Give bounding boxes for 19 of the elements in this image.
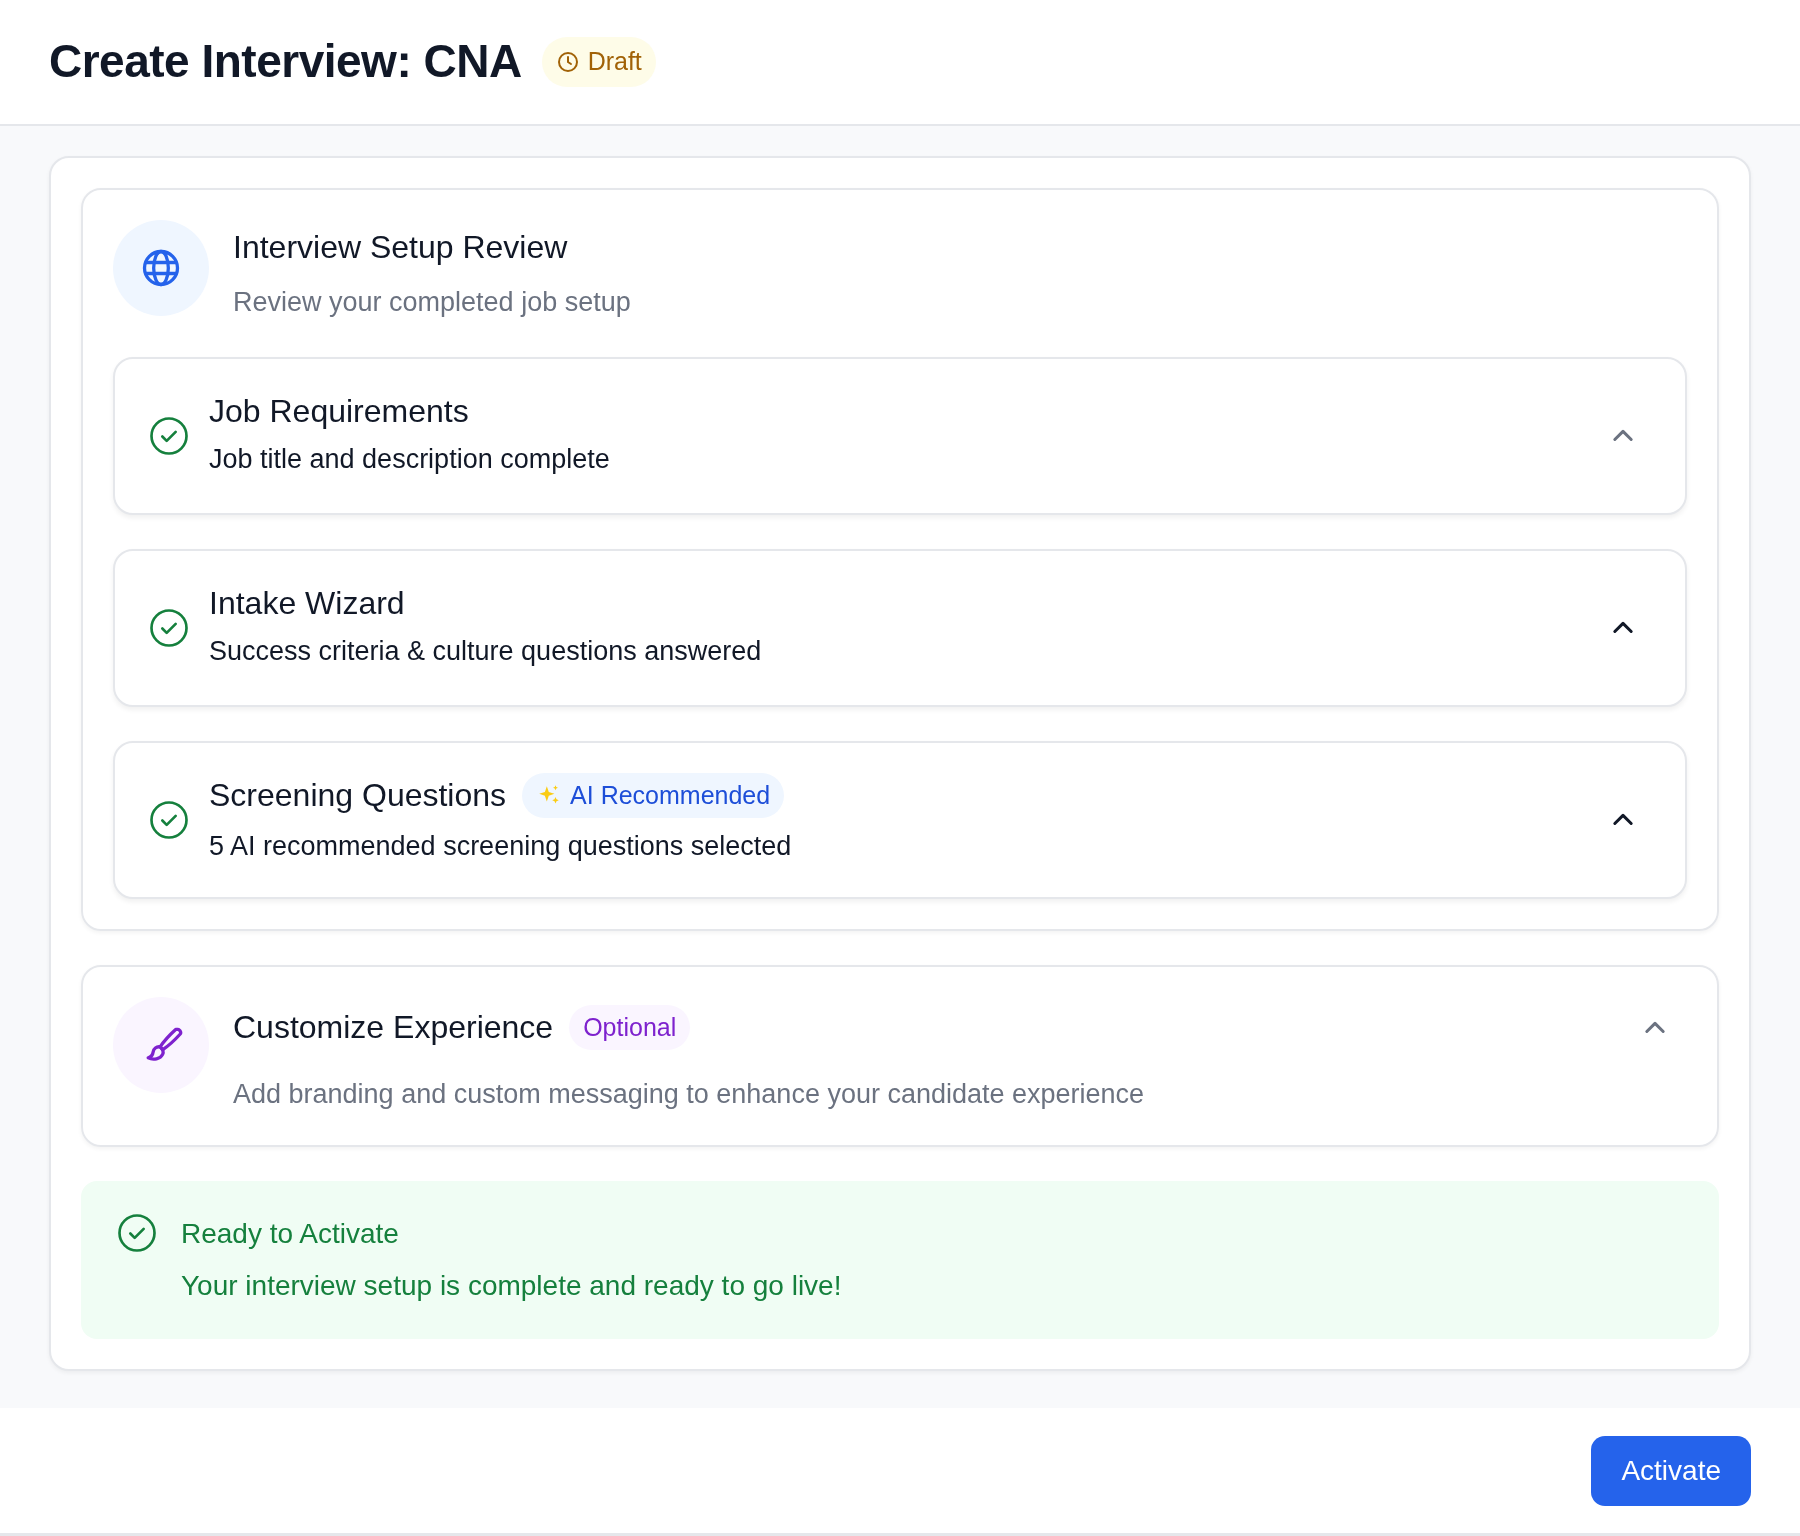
check-circle-icon	[117, 1212, 157, 1253]
ready-message: Your interview setup is complete and ready to go live!	[181, 1268, 842, 1303]
ai-badge-label: AI Recommended	[570, 779, 771, 811]
step-description: 5 AI recommended screening questions selected	[209, 830, 792, 864]
step-title: Job Requirements	[209, 392, 469, 431]
section-title: Interview Setup Review	[233, 228, 569, 267]
page-title: Create Interview: CNA	[49, 34, 522, 90]
step-title: Screening Questions	[209, 776, 507, 815]
section-subtitle: Review your completed job setup	[233, 286, 631, 320]
step-description: Success criteria & culture questions answered	[209, 634, 762, 668]
clock-icon	[555, 50, 580, 74]
ready-title: Ready to Activate	[181, 1216, 400, 1251]
section-title: Customize Experience	[233, 1008, 554, 1047]
section-description: Add branding and custom messaging to enhance your candidate experience	[233, 1078, 1146, 1112]
step-description: Job title and description complete	[209, 442, 610, 476]
activate-button[interactable]: Activate	[1591, 1435, 1751, 1506]
optional-badge: Optional	[569, 1004, 691, 1051]
step-title: Intake Wizard	[209, 584, 405, 623]
status-badge-label: Draft	[587, 46, 642, 78]
